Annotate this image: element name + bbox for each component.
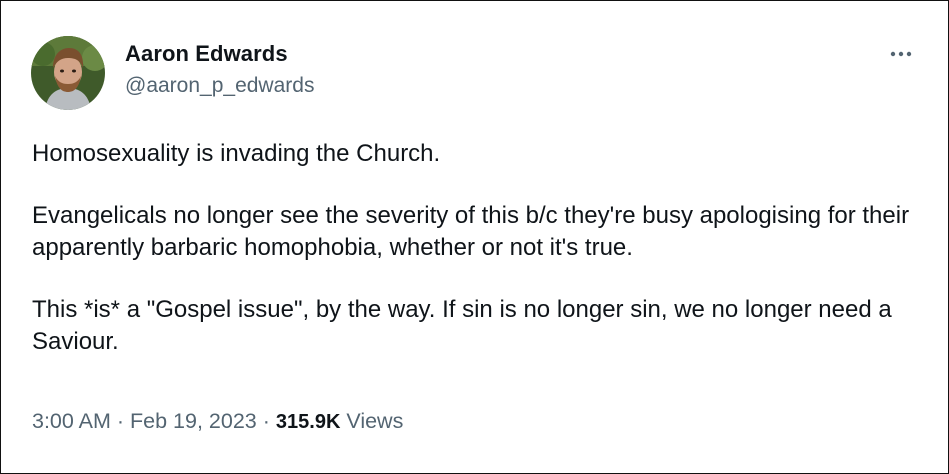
views-label: Views [346, 409, 404, 433]
more-horizontal-icon[interactable] [885, 41, 917, 67]
author-handle[interactable]: @aaron_p_edwards [125, 74, 314, 98]
tweet-paragraph: Homosexuality is invading the Church. [32, 140, 441, 167]
views-count: 315.9K [275, 411, 341, 433]
tweet-date[interactable]: Feb 19, 2023 [130, 409, 257, 433]
meta-separator: · [116, 409, 125, 433]
tweet-paragraph: Evangelicals no longer see the severity … [32, 202, 910, 261]
meta-separator: · [262, 409, 270, 433]
tweet-metadata: 3:00 AM · Feb 19, 2023 · 315.9K Views [32, 409, 403, 434]
tweet-card: Aaron Edwards @aaron_p_edwards Homosexua… [0, 0, 949, 474]
author-name[interactable]: Aaron Edwards [125, 41, 288, 67]
tweet-time[interactable]: 3:00 AM [32, 409, 111, 433]
avatar-photo [31, 36, 105, 110]
author-avatar[interactable] [31, 36, 105, 110]
tweet-paragraph: This *is* a "Gospel issue", by the way. … [32, 296, 892, 355]
tweet-text: Homosexuality is invading the Church. Ev… [32, 138, 922, 388]
